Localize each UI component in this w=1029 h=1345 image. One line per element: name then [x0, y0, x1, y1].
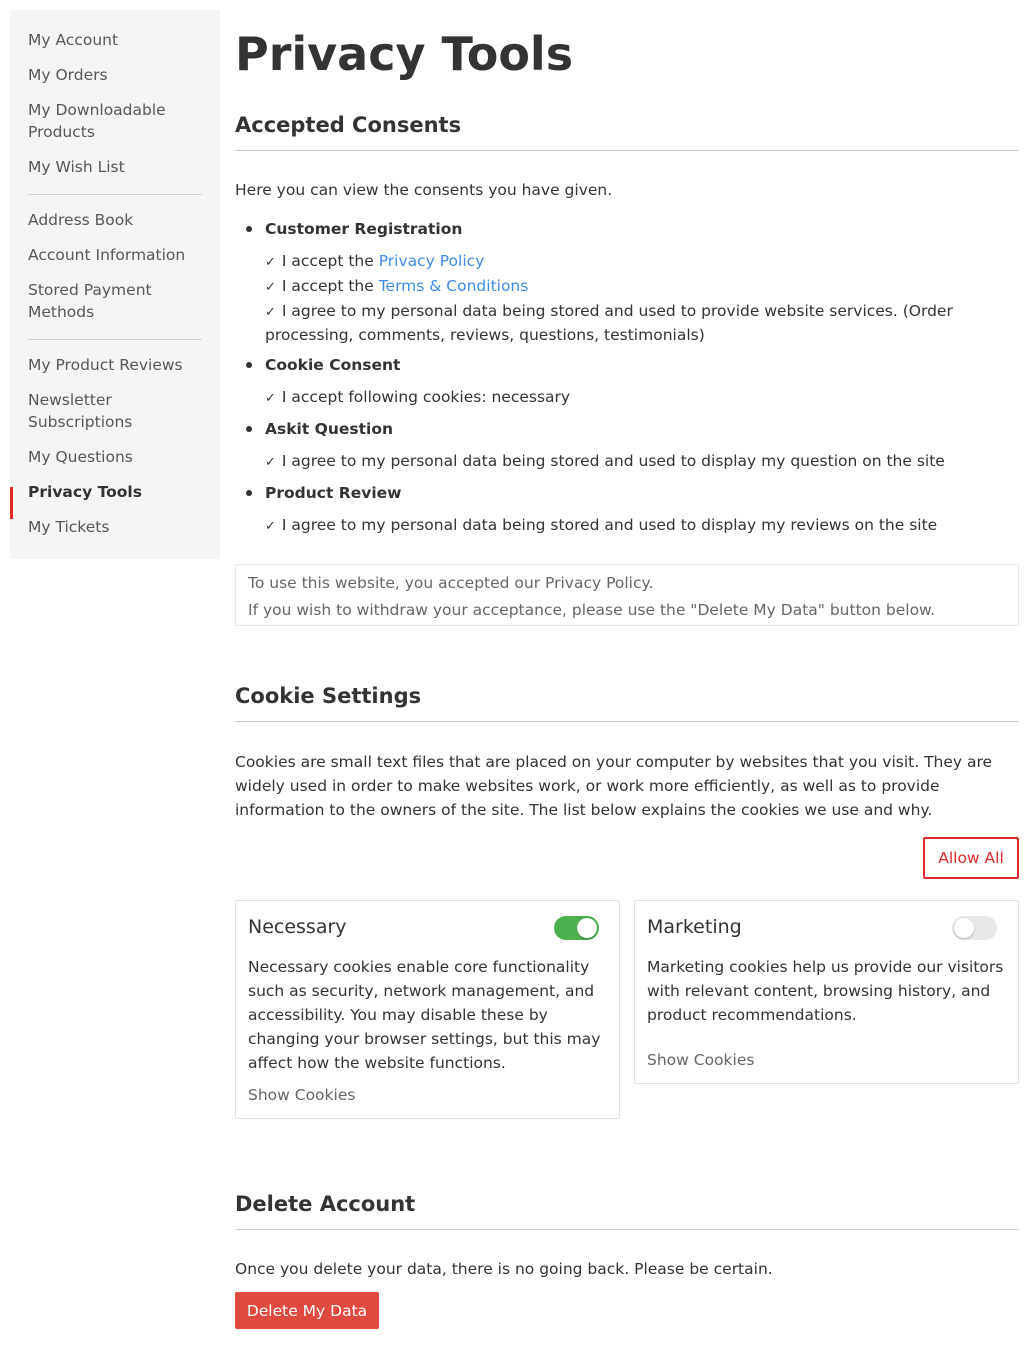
bullet-icon: [246, 426, 252, 432]
checkmark-icon: ✓: [265, 455, 276, 470]
consent-group-title: Askit Question: [265, 420, 394, 438]
sidebar-item-my-orders[interactable]: My Orders: [28, 64, 208, 86]
sidebar-item-account-information[interactable]: Account Information: [28, 244, 208, 266]
page-title: Privacy Tools: [235, 27, 574, 81]
sidebar-item-my-downloadable-products[interactable]: My Downloadable Products: [28, 99, 208, 143]
bullet-icon: [246, 490, 252, 496]
section-divider: [235, 1229, 1019, 1230]
sidebar-item-stored-payment-methods[interactable]: Stored Payment Methods: [28, 279, 208, 323]
sidebar-item-my-wish-list[interactable]: My Wish List: [28, 156, 208, 178]
consent-text: I agree to my personal data being stored…: [281, 516, 938, 534]
delete-my-data-button[interactable]: Delete My Data: [235, 1292, 379, 1329]
toggle-knob: [577, 918, 597, 938]
cookie-group-title: Necessary: [248, 916, 347, 938]
cookies-description: Cookies are small text files that are pl…: [235, 753, 993, 819]
checkmark-icon: ✓: [265, 305, 276, 320]
checkmark-icon: ✓: [265, 280, 276, 295]
cookie-settings-heading: Cookie Settings: [235, 684, 422, 708]
delete-account-heading: Delete Account: [235, 1192, 416, 1216]
privacy-notice: To use this website, you accepted our Pr…: [235, 564, 1019, 626]
consent-text: I accept the: [281, 252, 379, 270]
cookie-group-description: Necessary cookies enable core functional…: [248, 958, 601, 1072]
sidebar-item-address-book[interactable]: Address Book: [28, 209, 208, 231]
consent-text: I accept the: [281, 277, 379, 295]
privacy-policy-link[interactable]: Privacy Policy: [379, 252, 485, 270]
consent-text: I agree to my personal data being stored…: [281, 452, 945, 470]
consent-line: ✓ I agree to my personal data being store…: [265, 450, 1015, 474]
sidebar-item-my-tickets[interactable]: My Tickets: [28, 516, 208, 538]
consent-text: I accept following cookies: necessary: [281, 388, 571, 406]
cookie-group-title: Marketing: [647, 916, 742, 938]
delete-warning: Once you delete your data, there is no g…: [235, 1260, 773, 1278]
sidebar-item-newsletter-subscriptions[interactable]: Newsletter Subscriptions: [28, 389, 208, 433]
accepted-consents-heading: Accepted Consents: [235, 113, 462, 137]
sidebar-item-my-account[interactable]: My Account: [28, 29, 208, 51]
sidebar-item-my-product-reviews[interactable]: My Product Reviews: [28, 354, 208, 376]
checkmark-icon: ✓: [265, 255, 276, 270]
toggle-knob: [954, 918, 974, 938]
cookie-group-marketing: Marketing Marketing cookies help us prov…: [634, 900, 1019, 1084]
cookie-group-necessary: Necessary Necessary cookies enable core …: [235, 900, 620, 1119]
consents-intro: Here you can view the consents you have …: [235, 181, 613, 199]
show-cookies-link[interactable]: Show Cookies: [647, 1049, 754, 1071]
sidebar-item-my-questions[interactable]: My Questions: [28, 446, 208, 468]
bullet-icon: [246, 226, 252, 232]
consent-line: ✓ I accept the Privacy Policy: [265, 250, 1015, 274]
account-sidebar: My Account My Orders My Downloadable Pro…: [10, 10, 220, 559]
consent-line: ✓ I agree to my personal data being store…: [265, 300, 1015, 346]
checkmark-icon: ✓: [265, 519, 276, 534]
notice-line: To use this website, you accepted our Pr…: [248, 574, 654, 592]
marketing-toggle[interactable]: [952, 916, 997, 940]
consent-group-title: Product Review: [265, 484, 402, 502]
notice-line: If you wish to withdraw your acceptance,…: [248, 601, 936, 619]
consent-line: ✓ I accept the Terms & Conditions: [265, 275, 1015, 299]
sidebar-item-privacy-tools[interactable]: Privacy Tools: [28, 481, 208, 503]
section-divider: [235, 150, 1019, 151]
show-cookies-link[interactable]: Show Cookies: [248, 1084, 355, 1106]
consent-group-title: Customer Registration: [265, 220, 463, 238]
sidebar-divider: [28, 194, 202, 195]
consent-line: ✓ I agree to my personal data being store…: [265, 514, 1015, 538]
section-divider: [235, 721, 1019, 722]
necessary-toggle[interactable]: [554, 916, 599, 940]
active-item-indicator: [10, 487, 13, 519]
consent-text: I agree to my personal data being stored…: [265, 302, 953, 344]
checkmark-icon: ✓: [265, 391, 276, 406]
allow-all-button[interactable]: Allow All: [923, 837, 1019, 879]
consent-group-title: Cookie Consent: [265, 356, 401, 374]
bullet-icon: [246, 362, 252, 368]
consent-line: ✓ I accept following cookies: necessary: [265, 386, 1015, 410]
sidebar-divider: [28, 339, 202, 340]
terms-conditions-link[interactable]: Terms & Conditions: [379, 277, 529, 295]
cookie-group-description: Marketing cookies help us provide our vi…: [647, 958, 1004, 1024]
